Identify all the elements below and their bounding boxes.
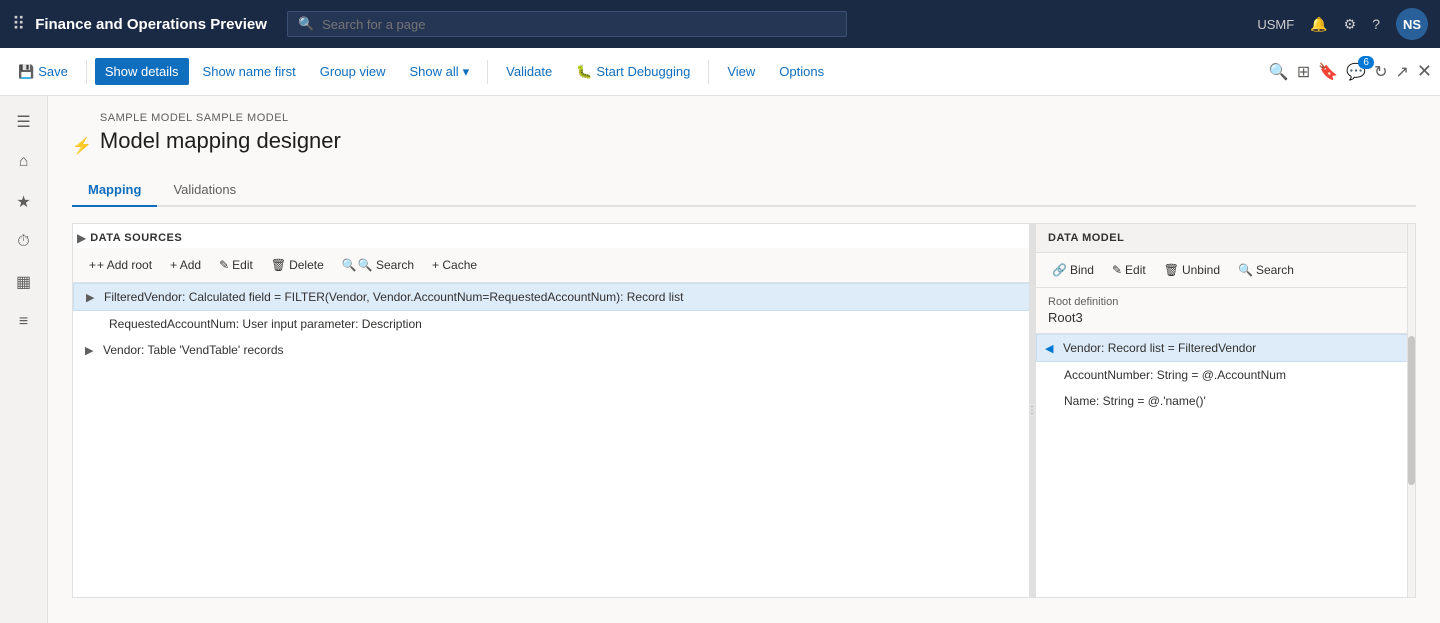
edit-button[interactable]: ✎ Edit [211,254,261,276]
sidebar-icon-hamburger[interactable]: ☰ [6,104,42,140]
separator2 [487,60,488,84]
show-name-first-button[interactable]: Show name first [193,58,306,85]
dm-toolbar: 🔗 Bind ✎ Edit 🗑 Unbind 🔍 Search [1036,253,1415,288]
tab-mapping[interactable]: Mapping [72,174,157,207]
ds-tree: ▶ FilteredVendor: Calculated field = FIL… [73,283,1035,597]
add-root-button[interactable]: + + Add root [81,254,160,276]
dm-item-name[interactable]: Name: String = @.'name()' [1036,388,1415,414]
item-text: Name: String = @.'name()' [1064,394,1206,408]
pencil-icon: ✎ [1112,263,1122,277]
start-debugging-button[interactable]: 🐛 Start Debugging [566,58,700,86]
view-button[interactable]: View [717,58,765,85]
global-search-input[interactable] [322,17,836,32]
dm-item-vendor[interactable]: ◀ Vendor: Record list = FilteredVendor [1036,334,1415,362]
separator3 [708,60,709,84]
edit-icon: ✎ [219,258,229,272]
panels: ▶ DATA SOURCES + + Add root + Add ✎ Edit [72,223,1416,598]
item-text: Vendor: Table 'VendTable' records [103,343,1027,357]
item-text: RequestedAccountNum: User input paramete… [109,317,1027,331]
scrollbar[interactable] [1407,224,1415,597]
close-icon[interactable]: ✕ [1417,61,1432,82]
separator [86,60,87,84]
expand-icon: ▶ [86,291,100,304]
tab-bar: Mapping Validations [72,174,1416,207]
sidebar-icon-star[interactable]: ★ [6,184,42,220]
save-icon: 💾 [18,64,34,80]
search-icon: 🔍 [342,258,357,272]
nav-icons: USMF 🔔 ⚙ ? NS [1257,8,1428,40]
sidebar-icon-clock[interactable]: ⏱ [6,224,42,260]
show-all-button[interactable]: Show all ▾ [400,58,480,86]
external-link-icon[interactable]: ↗ [1396,62,1409,82]
bookmark-cmd-icon[interactable]: 🔖 [1318,62,1338,82]
command-bar: 💾 Save Show details Show name first Grou… [0,48,1440,96]
ds-panel-title: DATA SOURCES [90,228,182,248]
root-definition: Root definition Root3 [1036,288,1415,334]
grid-cmd-icon[interactable]: ⊞ [1297,62,1310,82]
item-text: FilteredVendor: Calculated field = FILTE… [104,290,1026,304]
add-root-icon: + [89,258,96,272]
user-avatar[interactable]: NS [1396,8,1428,40]
search-icon: 🔍 [298,16,314,32]
dm-tree: ◀ Vendor: Record list = FilteredVendor A… [1036,334,1415,597]
help-icon[interactable]: ? [1372,16,1380,32]
data-model-panel: DATA MODEL 🔗 Bind ✎ Edit 🗑 Unbind [1036,223,1416,598]
top-nav: ⠿ Finance and Operations Preview 🔍 USMF … [0,0,1440,48]
sidebar: ☰ ⌂ ★ ⏱ ▦ ≡ [0,96,48,623]
scrollbar-thumb[interactable] [1408,336,1415,485]
item-text: AccountNumber: String = @.AccountNum [1064,368,1286,382]
root-def-value: Root3 [1048,310,1403,325]
refresh-cmd-icon[interactable]: ↻ [1374,62,1387,82]
tab-validations[interactable]: Validations [157,174,252,207]
cache-button[interactable]: + Cache [424,254,485,276]
expand-icon: ◀ [1045,342,1059,355]
sidebar-icon-list[interactable]: ≡ [6,304,42,340]
tree-item-filtered-vendor[interactable]: ▶ FilteredVendor: Calculated field = FIL… [73,283,1035,311]
main-content: ⚡ SAMPLE MODEL SAMPLE MODEL Model mappin… [48,96,1440,623]
unlink-icon: 🗑 [1164,263,1179,277]
trash-icon: 🗑 [271,258,286,272]
ds-search-button[interactable]: 🔍 🔍 Search [334,254,422,276]
dm-edit-button[interactable]: ✎ Edit [1104,259,1154,281]
message-badge: 6 [1358,56,1374,69]
sidebar-icon-grid[interactable]: ▦ [6,264,42,300]
sidebar-icon-home[interactable]: ⌂ [6,144,42,180]
settings-icon[interactable]: ⚙ [1344,16,1357,33]
show-details-button[interactable]: Show details [95,58,189,85]
app-grid-icon[interactable]: ⠿ [12,14,25,35]
tree-item-vendor[interactable]: ▶ Vendor: Table 'VendTable' records [73,337,1035,363]
org-label: USMF [1257,17,1294,32]
resize-handle[interactable]: ⋮ [1029,224,1035,597]
link-icon: 🔗 [1052,263,1067,277]
filter-icon[interactable]: ⚡ [72,136,92,156]
main-layout: ☰ ⌂ ★ ⏱ ▦ ≡ ⚡ SAMPLE MODEL SAMPLE MODEL … [0,96,1440,623]
bug-icon: 🐛 [576,64,592,80]
notification-icon[interactable]: 🔔 [1310,16,1327,33]
ds-expand-icon[interactable]: ▶ [77,231,86,245]
unbind-button[interactable]: 🗑 Unbind [1156,259,1228,281]
data-sources-panel: ▶ DATA SOURCES + + Add root + Add ✎ Edit [72,223,1036,598]
global-search-box[interactable]: 🔍 [287,11,847,37]
tree-item-requested-account[interactable]: RequestedAccountNum: User input paramete… [73,311,1035,337]
dm-item-account-number[interactable]: AccountNumber: String = @.AccountNum [1036,362,1415,388]
save-button[interactable]: 💾 Save [8,58,78,86]
options-button[interactable]: Options [769,58,834,85]
add-button[interactable]: + Add [162,254,209,276]
chevron-down-icon: ▾ [463,64,470,80]
breadcrumb: SAMPLE MODEL SAMPLE MODEL [100,112,341,124]
group-view-button[interactable]: Group view [310,58,396,85]
item-text: Vendor: Record list = FilteredVendor [1063,341,1256,355]
search-cmd-icon[interactable]: 🔍 [1269,62,1289,82]
validate-button[interactable]: Validate [496,58,562,85]
app-title: Finance and Operations Preview [35,16,267,33]
dm-search-button[interactable]: 🔍 Search [1230,259,1302,281]
expand-icon: ▶ [85,344,99,357]
page-title: Model mapping designer [100,128,341,154]
dm-search-icon: 🔍 [1238,263,1253,277]
delete-button[interactable]: 🗑 Delete [263,254,332,276]
dm-panel-title: DATA MODEL [1036,224,1415,253]
ds-toolbar: + + Add root + Add ✎ Edit 🗑 Delete [73,248,1035,283]
bind-button[interactable]: 🔗 Bind [1044,259,1102,281]
root-def-label: Root definition [1048,296,1403,308]
